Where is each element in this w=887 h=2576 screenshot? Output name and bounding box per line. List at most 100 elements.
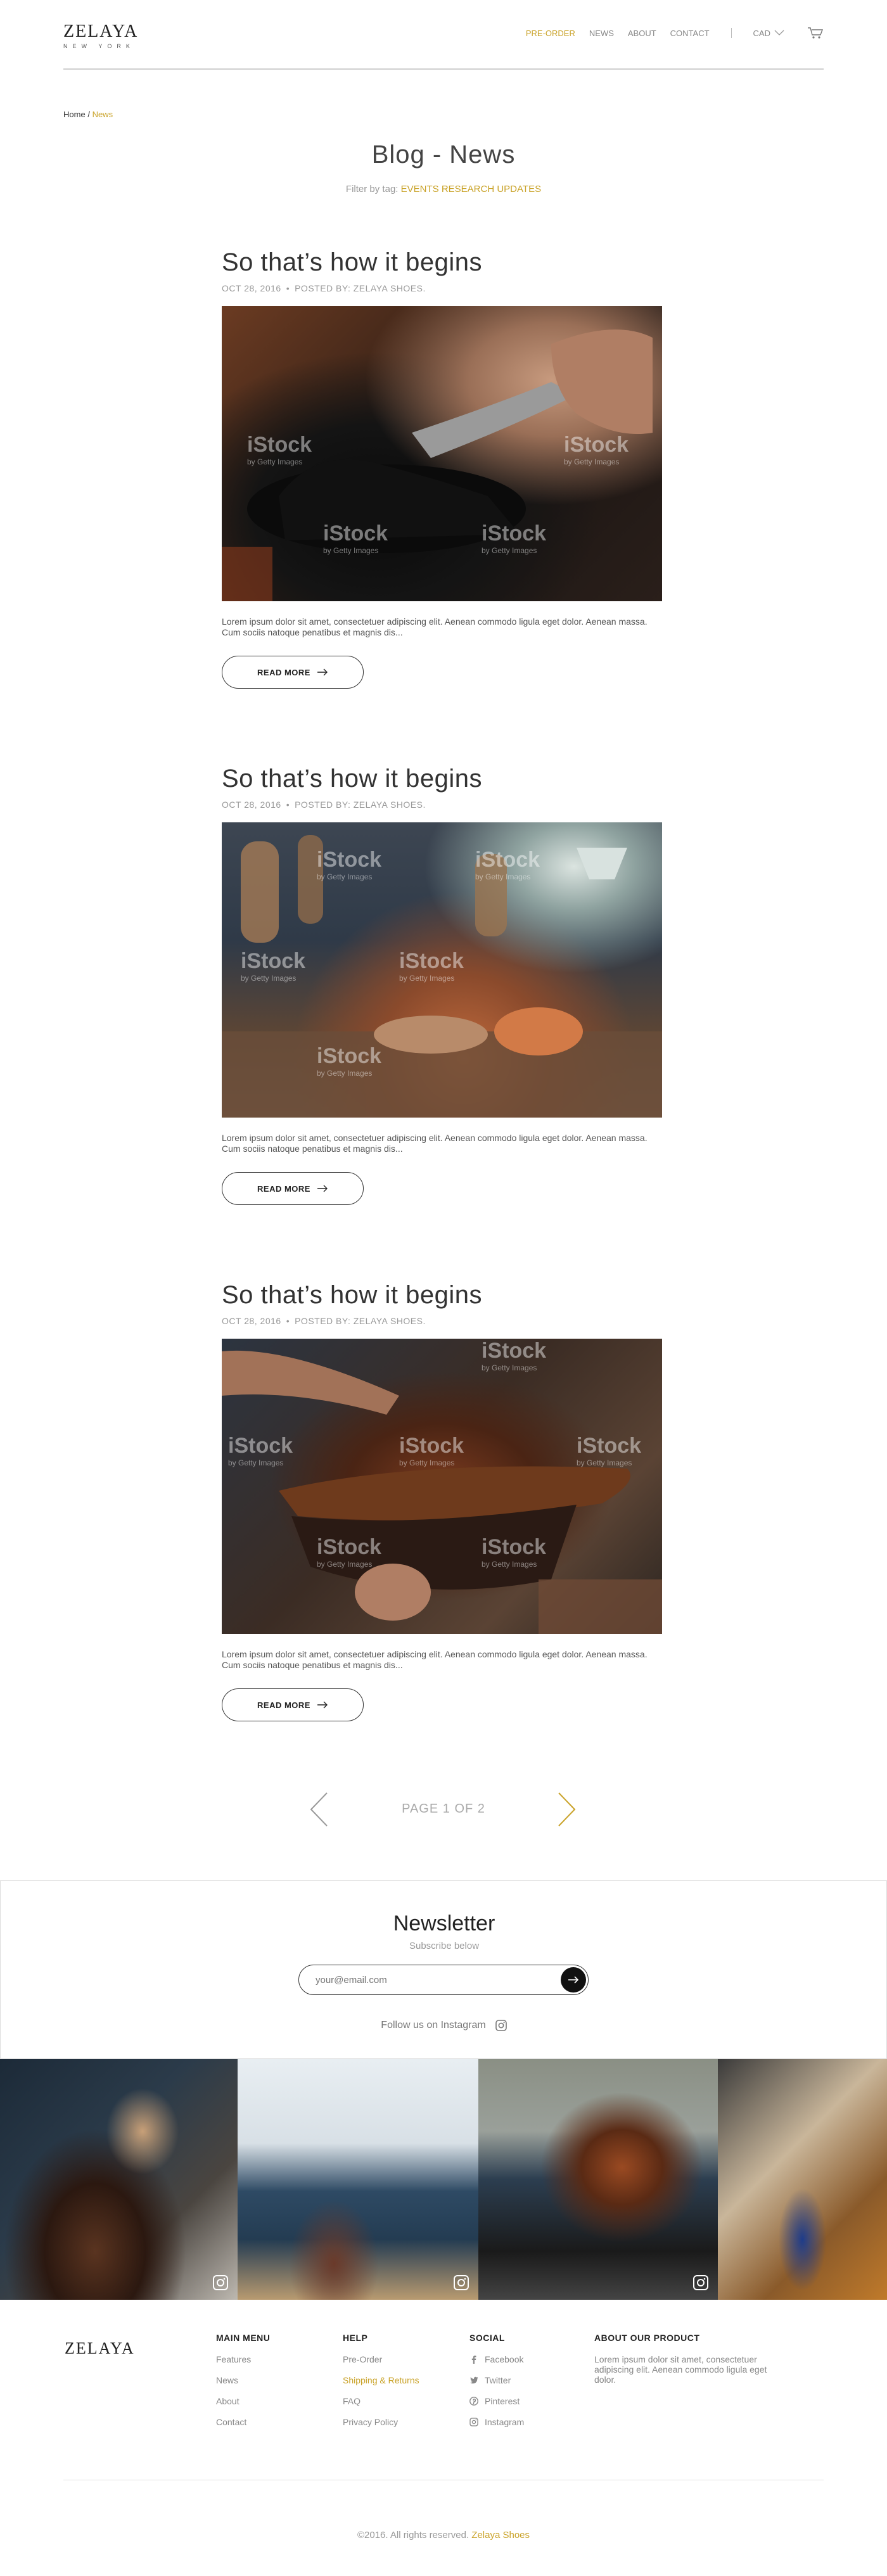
- footer-about: ABOUT OUR PRODUCT Lorem ipsum dolor sit …: [594, 2333, 791, 2385]
- instagram-icon: [469, 2418, 478, 2426]
- post-meta: OCT 28, 2016 • POSTED BY: ZELAYA SHOES.: [222, 283, 426, 293]
- footer-link-shipping[interactable]: Shipping & Returns: [343, 2375, 419, 2385]
- footer-heading: HELP: [343, 2333, 368, 2343]
- instagram-icon: [213, 2275, 228, 2290]
- watermark-subtext: by Getty Images: [247, 457, 303, 466]
- post-title[interactable]: So that’s how it begins: [222, 765, 665, 793]
- copyright-text: ©2016. All rights reserved.: [357, 2530, 469, 2541]
- instagram-icon: [454, 2275, 469, 2290]
- instagram-icon: [495, 2020, 507, 2031]
- instagram-gallery: [0, 2059, 887, 2300]
- watermark-subtext: by Getty Images: [399, 1458, 455, 1467]
- subscribe-button[interactable]: [561, 1967, 586, 1993]
- newsletter-form: [298, 1965, 589, 1995]
- facebook-icon: [471, 2356, 476, 2364]
- post-title[interactable]: So that’s how it begins: [222, 1281, 665, 1310]
- gallery-image[interactable]: [0, 2059, 238, 2300]
- nav-contact[interactable]: CONTACT: [670, 29, 710, 38]
- copyright: ©2016. All rights reserved. Zelaya Shoes: [0, 2530, 887, 2541]
- footer-about-text: Lorem ipsum dolor sit amet, consectetuer…: [594, 2354, 767, 2385]
- footer-link-privacy[interactable]: Privacy Policy: [343, 2417, 419, 2427]
- footer-heading: MAIN MENU: [216, 2333, 271, 2343]
- breadcrumb-current: News: [92, 110, 113, 119]
- footer-logo[interactable]: ZELAYA: [65, 2339, 135, 2358]
- read-more-label: READ MORE: [257, 1700, 310, 1710]
- post-meta: OCT 28, 2016 • POSTED BY: ZELAYA SHOES.: [222, 1316, 426, 1326]
- cart-icon[interactable]: [807, 27, 824, 39]
- currency-selector[interactable]: CAD: [753, 29, 784, 38]
- post-author: POSTED BY: ZELAYA SHOES.: [295, 800, 426, 810]
- footer-link-contact[interactable]: Contact: [216, 2417, 270, 2427]
- craftsman-illustration: [222, 1350, 662, 1634]
- tag-events[interactable]: EVENTS: [401, 184, 439, 194]
- arrow-right-icon: [317, 1701, 328, 1709]
- tag-updates[interactable]: UPDATES: [497, 184, 541, 194]
- gallery-image[interactable]: [238, 2059, 478, 2300]
- post-image[interactable]: iStock by Getty Images iStock by Getty Ima…: [222, 306, 662, 601]
- post-author: POSTED BY: ZELAYA SHOES.: [295, 1316, 426, 1326]
- post-excerpt: Lorem ipsum dolor sit amet, consectetuer…: [222, 1133, 648, 1154]
- nav-about[interactable]: ABOUT: [628, 29, 656, 38]
- copyright-brand-link[interactable]: Zelaya Shoes: [471, 2530, 530, 2541]
- filter-label: Filter by tag:: [345, 184, 399, 194]
- watermark-text: iStock: [228, 1434, 293, 1458]
- post-image[interactable]: iStock by Getty Images iStock by Getty Ima…: [222, 1339, 662, 1634]
- read-more-label: READ MORE: [257, 667, 310, 677]
- footer-link-facebook[interactable]: Facebook: [469, 2354, 524, 2364]
- footer-heading: SOCIAL: [469, 2333, 505, 2343]
- post-image[interactable]: iStock by Getty Images iStock by Getty Ima…: [222, 822, 662, 1118]
- footer-link-instagram[interactable]: Instagram: [469, 2417, 524, 2427]
- read-more-button[interactable]: READ MORE: [222, 1688, 364, 1721]
- watermark-text: iStock: [482, 1535, 547, 1559]
- footer-link-news[interactable]: News: [216, 2375, 270, 2385]
- nav-pre-order[interactable]: PRE-ORDER: [526, 29, 575, 38]
- gallery-image[interactable]: [718, 2059, 887, 2300]
- footer-link-pre-order[interactable]: Pre-Order: [343, 2354, 419, 2364]
- gallery-image[interactable]: [478, 2059, 718, 2300]
- watermark-subtext: by Getty Images: [228, 1458, 284, 1467]
- watermark-subtext: by Getty Images: [482, 1363, 537, 1372]
- post-excerpt: Lorem ipsum dolor sit amet, consectetuer…: [222, 1649, 648, 1670]
- instagram-follow[interactable]: Follow us on Instagram: [1, 2019, 887, 2032]
- post-date: OCT 28, 2016: [222, 1316, 281, 1326]
- newsletter-title: Newsletter: [393, 1911, 495, 1935]
- blog-post: So that’s how it begins OCT 28, 2016 • POS…: [222, 248, 665, 689]
- logo[interactable]: ZELAYA NEW YORK: [63, 22, 138, 49]
- tag-filter: Filter by tag: EVENTS RESEARCH UPDATES: [0, 184, 887, 194]
- main-nav: PRE-ORDER NEWS ABOUT CONTACT CAD: [526, 27, 824, 39]
- read-more-button[interactable]: READ MORE: [222, 656, 364, 689]
- chevron-right-icon[interactable]: [558, 1792, 577, 1827]
- newsletter-subtitle: Subscribe below: [409, 1941, 480, 1951]
- watermark-subtext: by Getty Images: [564, 457, 620, 466]
- pagination: PAGE 1 OF 2: [0, 1787, 887, 1831]
- watermark-subtext: by Getty Images: [482, 1560, 537, 1569]
- breadcrumb-home[interactable]: Home: [63, 110, 86, 119]
- social-label: Facebook: [485, 2354, 524, 2364]
- footer-link-twitter[interactable]: Twitter: [469, 2375, 524, 2385]
- watermark-text: iStock: [482, 1339, 547, 1363]
- post-date: OCT 28, 2016: [222, 283, 281, 293]
- email-input[interactable]: [316, 1973, 531, 1987]
- currency-value: CAD: [753, 28, 770, 38]
- footer-link-faq[interactable]: FAQ: [343, 2396, 419, 2406]
- breadcrumb-separator: /: [87, 110, 90, 119]
- watermark-text: iStock: [317, 1044, 382, 1068]
- post-author: POSTED BY: ZELAYA SHOES.: [295, 283, 426, 293]
- footer-link-pinterest[interactable]: Pinterest: [469, 2396, 524, 2406]
- footer-link-about[interactable]: About: [216, 2396, 270, 2406]
- nav-news[interactable]: NEWS: [589, 29, 614, 38]
- watermark-text: iStock: [577, 1434, 642, 1458]
- page-title: Blog - News: [371, 141, 516, 169]
- tag-research[interactable]: RESEARCH: [442, 184, 494, 194]
- footer-heading: ABOUT OUR PRODUCT: [594, 2333, 700, 2343]
- watermark-text: iStock: [247, 433, 312, 457]
- watermark-subtext: by Getty Images: [317, 1560, 373, 1569]
- social-label: Pinterest: [485, 2396, 520, 2406]
- read-more-button[interactable]: READ MORE: [222, 1172, 364, 1205]
- watermark-text: iStock: [323, 521, 388, 545]
- logo-tagline: NEW YORK: [63, 43, 135, 49]
- watermark-text: iStock: [399, 949, 464, 973]
- watermark-text: iStock: [399, 1434, 464, 1458]
- footer-link-features[interactable]: Features: [216, 2354, 270, 2364]
- post-title[interactable]: So that’s how it begins: [222, 248, 665, 277]
